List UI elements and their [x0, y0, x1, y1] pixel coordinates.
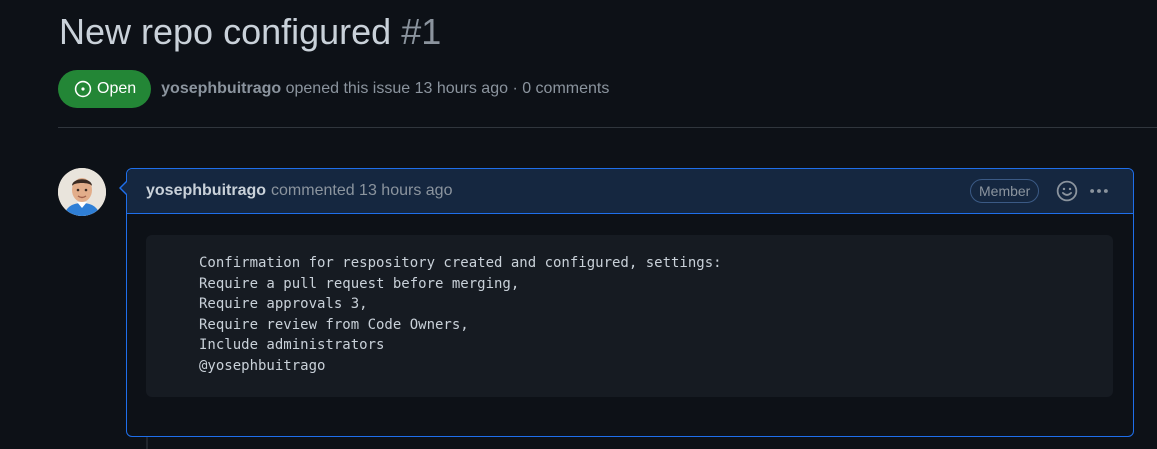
avatar[interactable]	[58, 168, 106, 216]
comment-box: yosephbuitrago commented 13 hours ago Me…	[119, 168, 1134, 437]
issue-meta: Open yosephbuitrago opened this issue 13…	[58, 70, 609, 108]
issue-opened-info: opened this issue 13 hours ago · 0 comme…	[285, 80, 610, 97]
code-line: Require a pull request before merging,	[199, 275, 520, 292]
code-line: @yosephbuitrago	[199, 357, 326, 374]
issue-author-link[interactable]: yosephbuitrago	[161, 80, 281, 97]
member-badge: Member	[970, 179, 1040, 203]
comment-author-link[interactable]: yosephbuitrago	[146, 182, 266, 200]
code-line: Confirmation for respository created and…	[199, 255, 722, 271]
issue-state-badge: Open	[58, 70, 152, 108]
comment-header: yosephbuitrago commented 13 hours ago Me…	[127, 169, 1133, 214]
kebab-horizontal-icon[interactable]	[1088, 180, 1110, 202]
header-divider	[58, 127, 1157, 128]
issue-title-text: New repo configured	[59, 11, 392, 52]
issue-opened-icon	[74, 80, 92, 98]
code-line: Require review from Code Owners,	[199, 316, 469, 333]
comment-code-block: Confirmation for respository created and…	[146, 235, 1113, 397]
issue-number: #1	[401, 11, 442, 52]
issue-title: New repo configured #1	[59, 9, 441, 55]
issue-state-label: Open	[97, 80, 137, 97]
smiley-icon[interactable]	[1056, 180, 1078, 202]
issue-meta-text: yosephbuitrago opened this issue 13 hour…	[161, 80, 609, 98]
code-line: Require approvals 3,	[199, 296, 368, 313]
timeline-line	[146, 437, 148, 449]
comment-timestamp[interactable]: commented 13 hours ago	[271, 182, 452, 200]
code-line: Include administrators	[199, 337, 385, 354]
